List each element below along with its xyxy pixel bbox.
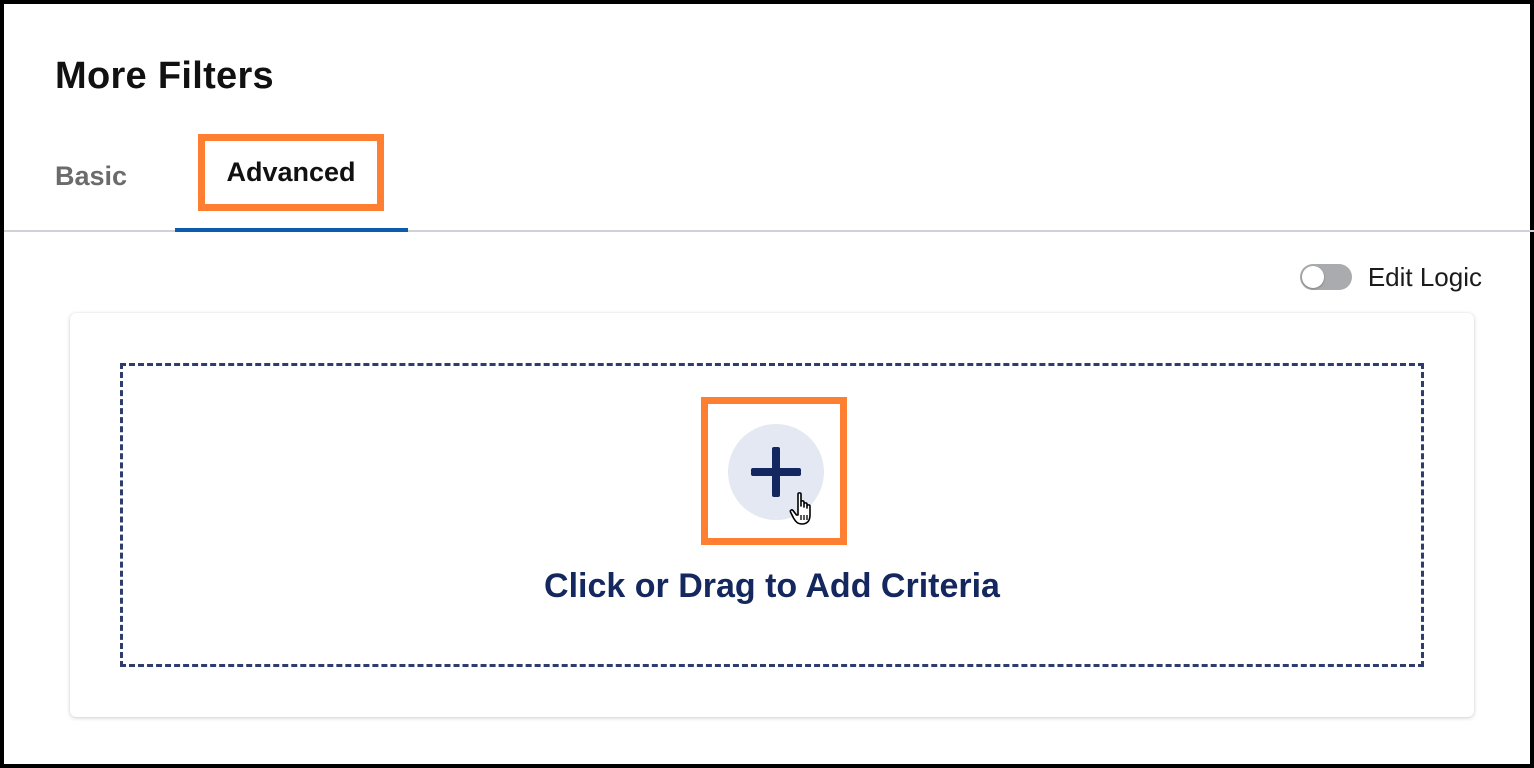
add-criteria-button[interactable] <box>728 424 824 525</box>
criteria-card: Click or Drag to Add Criteria <box>70 313 1474 717</box>
filter-tabs: Basic Advanced <box>4 124 1534 232</box>
more-filters-panel: More Filters Basic Advanced Edit Logic C… <box>0 0 1534 768</box>
active-tab-indicator <box>175 228 408 232</box>
plus-icon <box>751 447 801 497</box>
tab-advanced[interactable]: Advanced <box>175 124 408 232</box>
page-title: More Filters <box>55 55 274 97</box>
toggle-knob <box>1301 266 1324 288</box>
edit-logic-label: Edit Logic <box>1367 261 1482 292</box>
tab-advanced-label: Advanced <box>198 134 384 211</box>
hand-pointer-icon <box>789 492 811 525</box>
edit-logic-row: Edit Logic <box>1299 260 1482 294</box>
criteria-dropzone[interactable]: Click or Drag to Add Criteria <box>120 363 1424 667</box>
tab-basic[interactable]: Basic <box>55 124 127 230</box>
edit-logic-toggle[interactable] <box>1299 264 1352 290</box>
add-criteria-highlight <box>701 397 847 545</box>
add-criteria-label: Click or Drag to Add Criteria <box>544 567 1000 605</box>
